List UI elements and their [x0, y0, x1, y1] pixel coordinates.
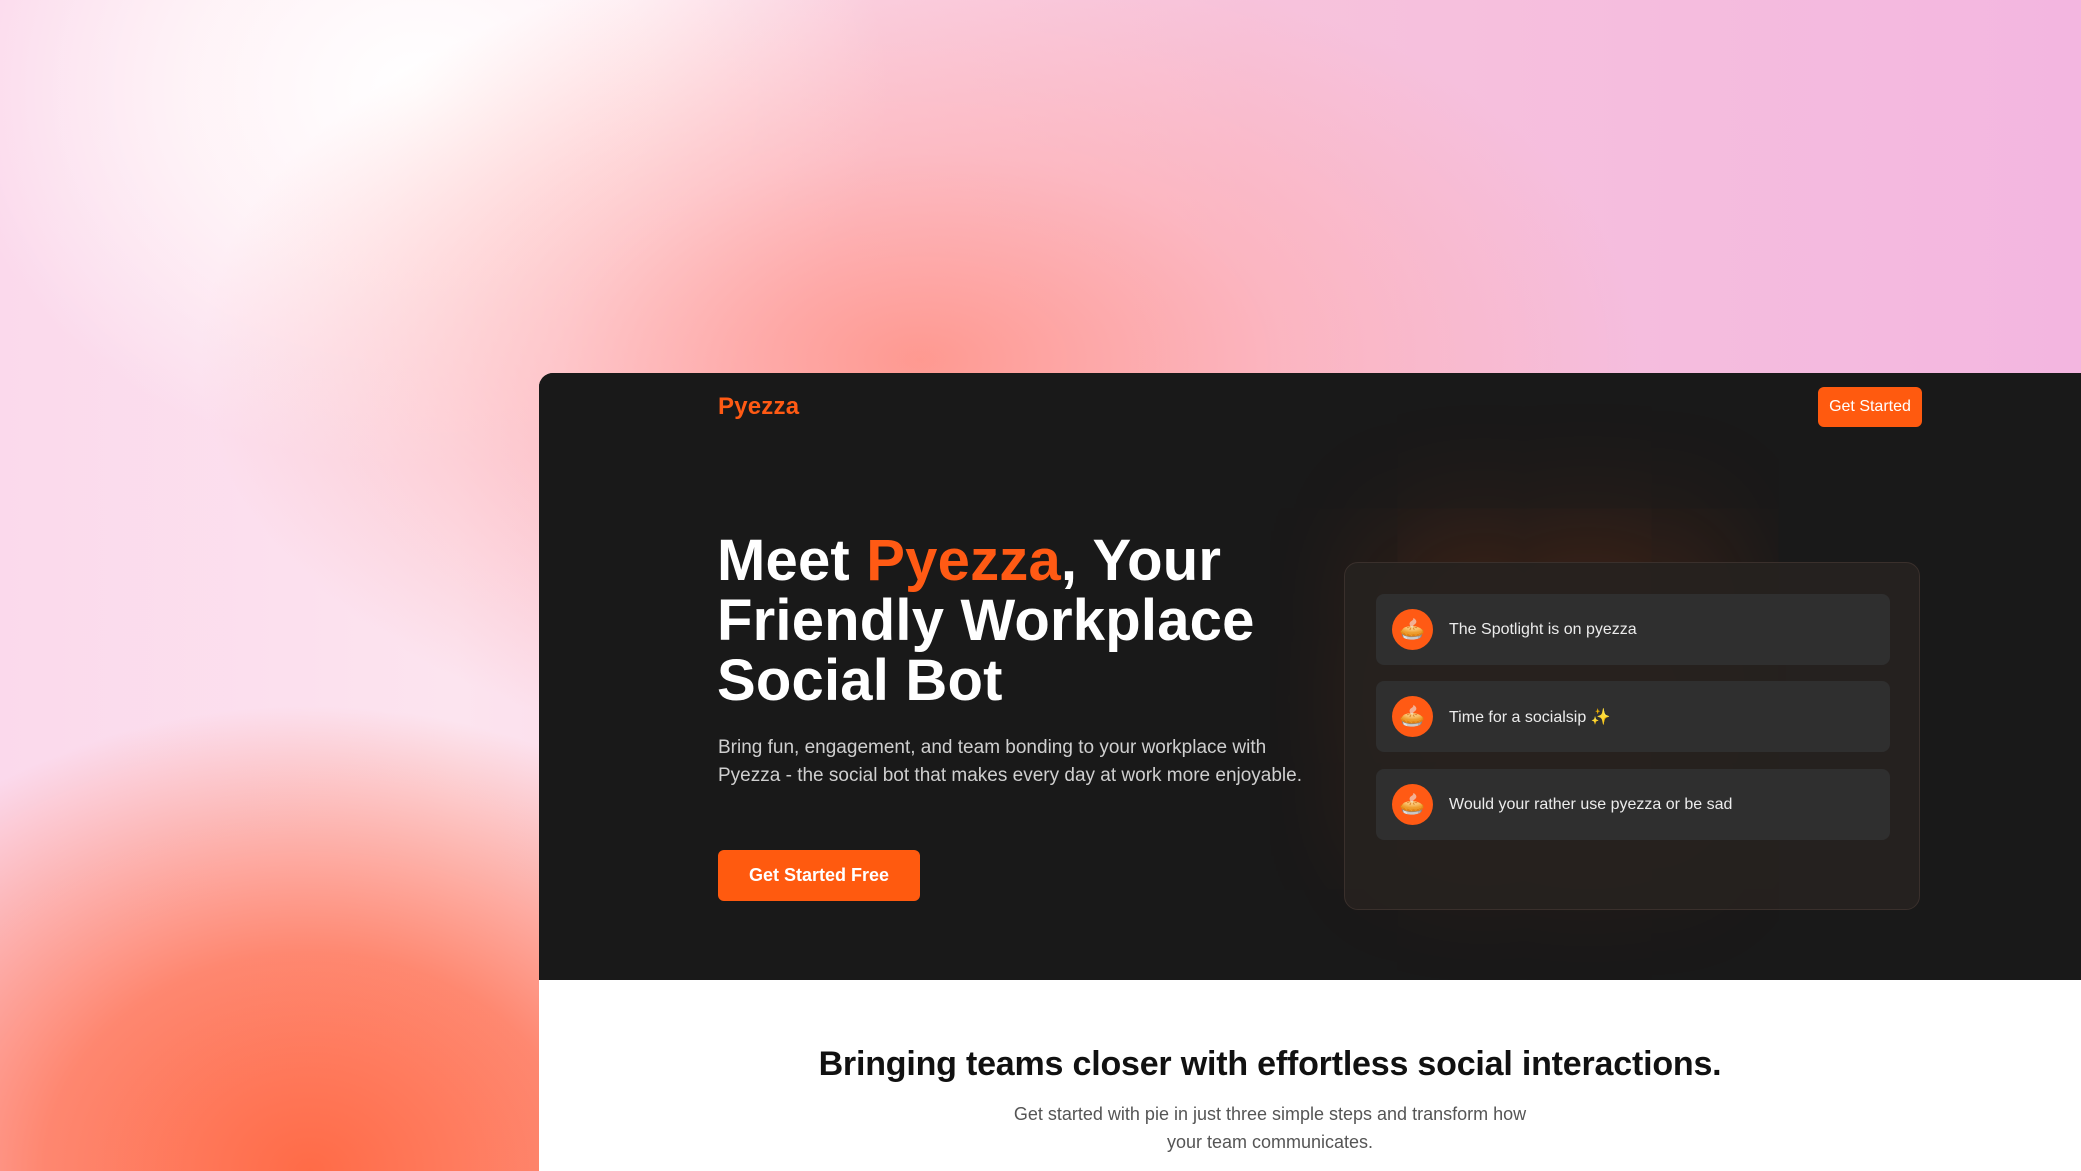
chat-message: 🥧 Would your rather use pyezza or be sad [1376, 769, 1890, 840]
pie-icon: 🥧 [1392, 784, 1433, 825]
features-intro-section: Bringing teams closer with effortless so… [539, 980, 2081, 1171]
nav-get-started-button[interactable]: Get Started [1818, 387, 1922, 427]
browser-frame: Pyezza Get Started Meet Pyezza, Your Fri… [539, 373, 2081, 1171]
hero-section: Pyezza Get Started Meet Pyezza, Your Fri… [539, 373, 2081, 980]
chat-message: 🥧 The Spotlight is on pyezza [1376, 594, 1890, 665]
hero-title-prefix: Meet [717, 528, 867, 593]
chat-message-text: Time for a socialsip ✨ [1449, 708, 1611, 726]
nav-logo[interactable]: Pyezza [718, 393, 799, 421]
get-started-free-button[interactable]: Get Started Free [718, 850, 920, 901]
hero-title-accent: Pyezza [866, 528, 1061, 593]
pie-icon: 🥧 [1392, 696, 1433, 737]
chat-preview-card: 🥧 The Spotlight is on pyezza 🥧 Time for … [1344, 562, 1920, 910]
hero-title: Meet Pyezza, Your Friendly Workplace Soc… [717, 531, 1317, 711]
chat-message: 🥧 Time for a socialsip ✨ [1376, 681, 1890, 752]
section-title: Bringing teams closer with effortless so… [818, 1045, 1722, 1083]
chat-message-text: The Spotlight is on pyezza [1449, 620, 1637, 638]
hero-subtitle: Bring fun, engagement, and team bonding … [718, 737, 1302, 786]
section-subtitle: Get started with pie in just three simpl… [1013, 1104, 1527, 1152]
chat-message-text: Would your rather use pyezza or be sad [1449, 795, 1733, 813]
pie-icon: 🥧 [1392, 609, 1433, 650]
